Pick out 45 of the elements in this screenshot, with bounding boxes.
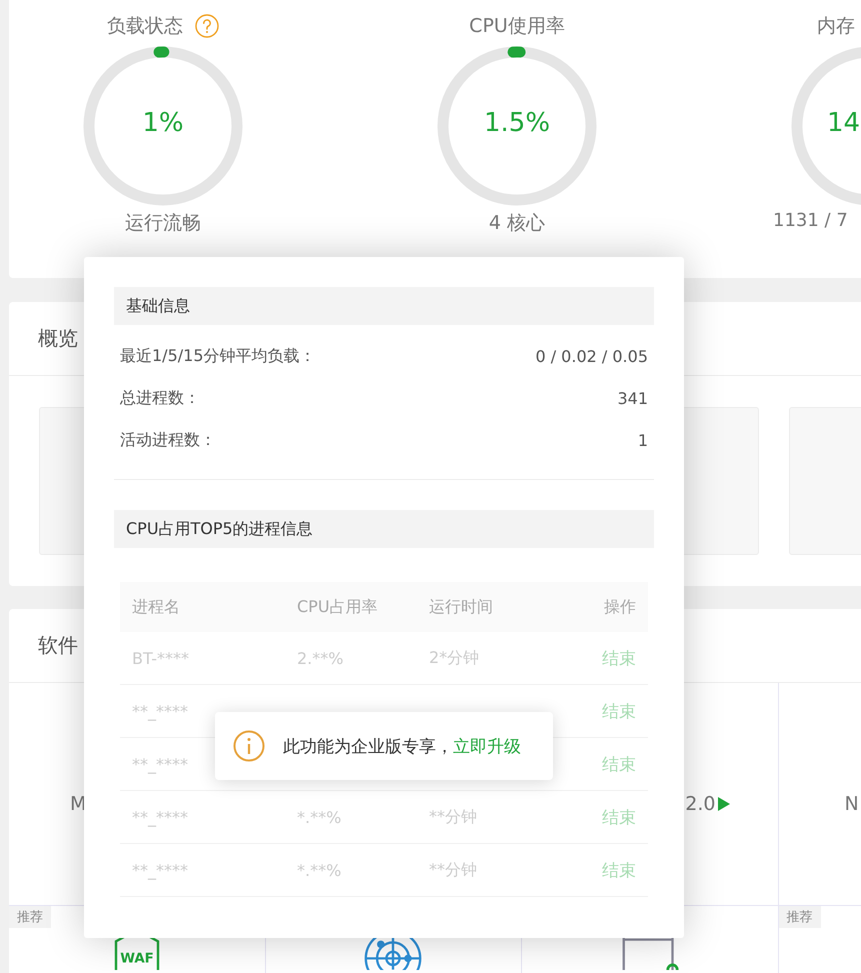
software-name: 2.0 bbox=[685, 793, 716, 815]
info-icon bbox=[233, 730, 265, 762]
table-cell: **_**** bbox=[132, 754, 188, 774]
table-cell: **_**** bbox=[132, 702, 188, 720]
recommend-tag: 推荐 bbox=[9, 906, 51, 928]
info-label: 最近1/5/15分钟平均负载： bbox=[120, 346, 316, 366]
end-link[interactable]: 结束 bbox=[602, 808, 636, 828]
gauge-title: 内存 bbox=[817, 14, 855, 39]
software-name: N bbox=[844, 793, 859, 815]
gauge-caption: 4 核心 bbox=[488, 211, 546, 236]
upgrade-link[interactable]: 立即升级 bbox=[453, 734, 521, 758]
end-link[interactable]: 结束 bbox=[602, 702, 636, 722]
gauge-title: CPU使用率 bbox=[469, 14, 565, 39]
recommend-tag: 推荐 bbox=[778, 906, 820, 928]
end-link[interactable]: 结束 bbox=[602, 648, 636, 668]
info-value: 1 bbox=[638, 430, 648, 450]
table-cell: **_**** bbox=[132, 808, 188, 826]
table-cell: *.**% bbox=[297, 860, 342, 880]
gauge-caption: 1131 / 7 bbox=[773, 210, 848, 231]
gauge-value: 1.5% bbox=[482, 108, 552, 138]
table-cell: *.**% bbox=[297, 808, 342, 826]
gauge-value: 14 bbox=[827, 108, 861, 138]
play-icon[interactable] bbox=[718, 797, 730, 811]
notice-text: 此功能为企业版专享， bbox=[283, 736, 453, 758]
gauge-caption: 运行流畅 bbox=[125, 211, 201, 236]
column-header: 运行时间 bbox=[428, 596, 494, 618]
section-header: 基础信息 bbox=[114, 287, 654, 325]
table-cell: **_**** bbox=[132, 860, 188, 880]
card-title: 软件 bbox=[38, 632, 78, 659]
info-label: 活动进程数： bbox=[120, 430, 216, 450]
gauge-value: 1% bbox=[141, 108, 185, 138]
column-header: 操作 bbox=[603, 596, 637, 618]
software-cell[interactable]: 推荐 bbox=[778, 906, 861, 973]
software-cell[interactable]: N bbox=[778, 683, 861, 905]
section-header: CPU占用TOP5的进程信息 bbox=[114, 510, 654, 548]
column-header: 进程名 bbox=[131, 596, 181, 618]
end-link[interactable]: 结束 bbox=[602, 860, 636, 880]
card-title: 概览 bbox=[38, 325, 78, 352]
end-link[interactable]: 结束 bbox=[602, 754, 636, 774]
help-icon[interactable] bbox=[195, 14, 219, 38]
gauge-title: 负载状态 bbox=[107, 14, 183, 39]
column-header: CPU占用率 bbox=[296, 596, 379, 618]
info-label: 总进程数： bbox=[120, 388, 200, 408]
info-value: 341 bbox=[617, 388, 648, 408]
info-value: 0 / 0.02 / 0.05 bbox=[535, 346, 648, 366]
